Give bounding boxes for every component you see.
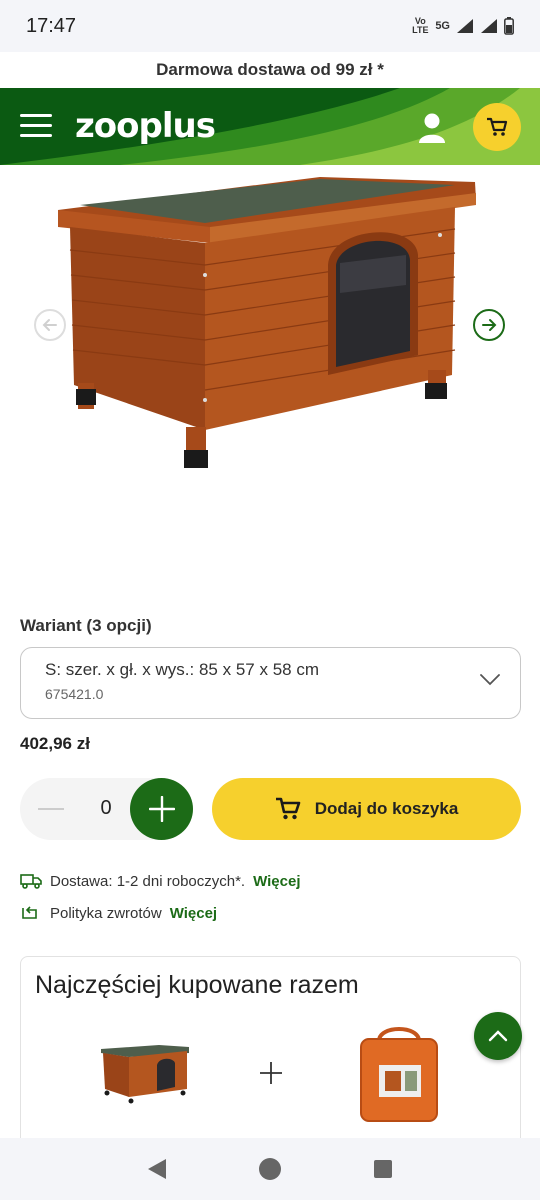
recents-square-icon [374, 1160, 393, 1178]
returns-text: Polityka zwrotów [50, 904, 162, 922]
cart-icon [275, 797, 300, 820]
product-price: 402,96 zł [20, 734, 90, 753]
status-icons: Vo LTE 5G [411, 17, 514, 35]
returns-icon [22, 906, 37, 919]
variant-selected-name: S: szer. x gł. x wys.: 85 x 57 x 58 cm [45, 660, 319, 679]
gallery-next-button[interactable] [473, 309, 505, 341]
product-image-dog-kennel [58, 177, 476, 468]
add-to-cart-label: Dodaj do koszyka [314, 799, 459, 818]
user-icon[interactable] [414, 110, 450, 146]
signal-icon [457, 19, 473, 33]
quantity-minus-button[interactable] [38, 798, 64, 820]
home-circle-icon [258, 1158, 281, 1180]
fbt-product-image-bag[interactable] [357, 1023, 441, 1123]
variant-dropdown[interactable]: S: szer. x gł. x wys.: 85 x 57 x 58 cm 6… [20, 647, 521, 719]
chevron-down-icon [480, 674, 500, 686]
arrow-left-icon [42, 319, 57, 331]
plus-icon [148, 796, 175, 822]
cart-icon[interactable] [473, 103, 521, 151]
delivery-info: Dostawa: 1-2 dni roboczych*. Więcej [20, 872, 301, 890]
hamburger-menu-icon[interactable] [20, 114, 52, 140]
battery-icon [504, 17, 514, 35]
quantity-stepper: 0 [20, 778, 193, 840]
signal-icon-2 [481, 19, 497, 33]
status-bar: 17:47 Vo LTE 5G [0, 0, 540, 52]
volte-indicator: Vo LTE [412, 16, 429, 35]
chevron-up-icon [488, 1030, 508, 1042]
gallery-prev-button[interactable] [34, 309, 66, 341]
free-shipping-text: Darmowa dostawa od 99 zł * [156, 60, 384, 79]
recents-button[interactable] [363, 1149, 403, 1189]
delivery-text: Dostawa: 1-2 dni roboczych*. [50, 872, 246, 890]
fbt-title: Najczęściej kupowane razem [35, 971, 359, 999]
arrow-right-icon [482, 319, 497, 331]
variant-label: Wariant (3 opcji) [20, 616, 152, 635]
frequently-bought-together-card: Najczęściej kupowane razem [20, 956, 521, 1156]
status-time: 17:47 [26, 14, 77, 37]
delivery-more-link[interactable]: Więcej [253, 873, 300, 890]
product-gallery[interactable] [0, 165, 540, 595]
home-button[interactable] [250, 1149, 290, 1189]
returns-info: Polityka zwrotów Więcej [20, 904, 217, 922]
add-to-cart-button[interactable]: Dodaj do koszyka [212, 778, 521, 840]
zooplus-logo[interactable]: zooplus [75, 106, 216, 146]
system-navigation-bar [0, 1138, 540, 1200]
site-header: zooplus [0, 88, 540, 165]
delivery-truck-icon [20, 874, 42, 889]
back-button[interactable] [137, 1149, 177, 1189]
plus-icon [260, 1062, 282, 1084]
fbt-product-image-kennel[interactable] [99, 1043, 191, 1109]
quantity-value[interactable]: 0 [98, 797, 114, 820]
variant-selected-code: 675421.0 [45, 686, 104, 702]
network-type: 5G [435, 19, 450, 32]
quantity-plus-button[interactable] [130, 778, 193, 840]
returns-more-link[interactable]: Więcej [170, 905, 217, 922]
back-triangle-icon [147, 1159, 166, 1179]
scroll-to-top-button[interactable] [474, 1012, 522, 1060]
free-shipping-banner: Darmowa dostawa od 99 zł * [0, 52, 540, 88]
minus-icon [38, 808, 64, 810]
